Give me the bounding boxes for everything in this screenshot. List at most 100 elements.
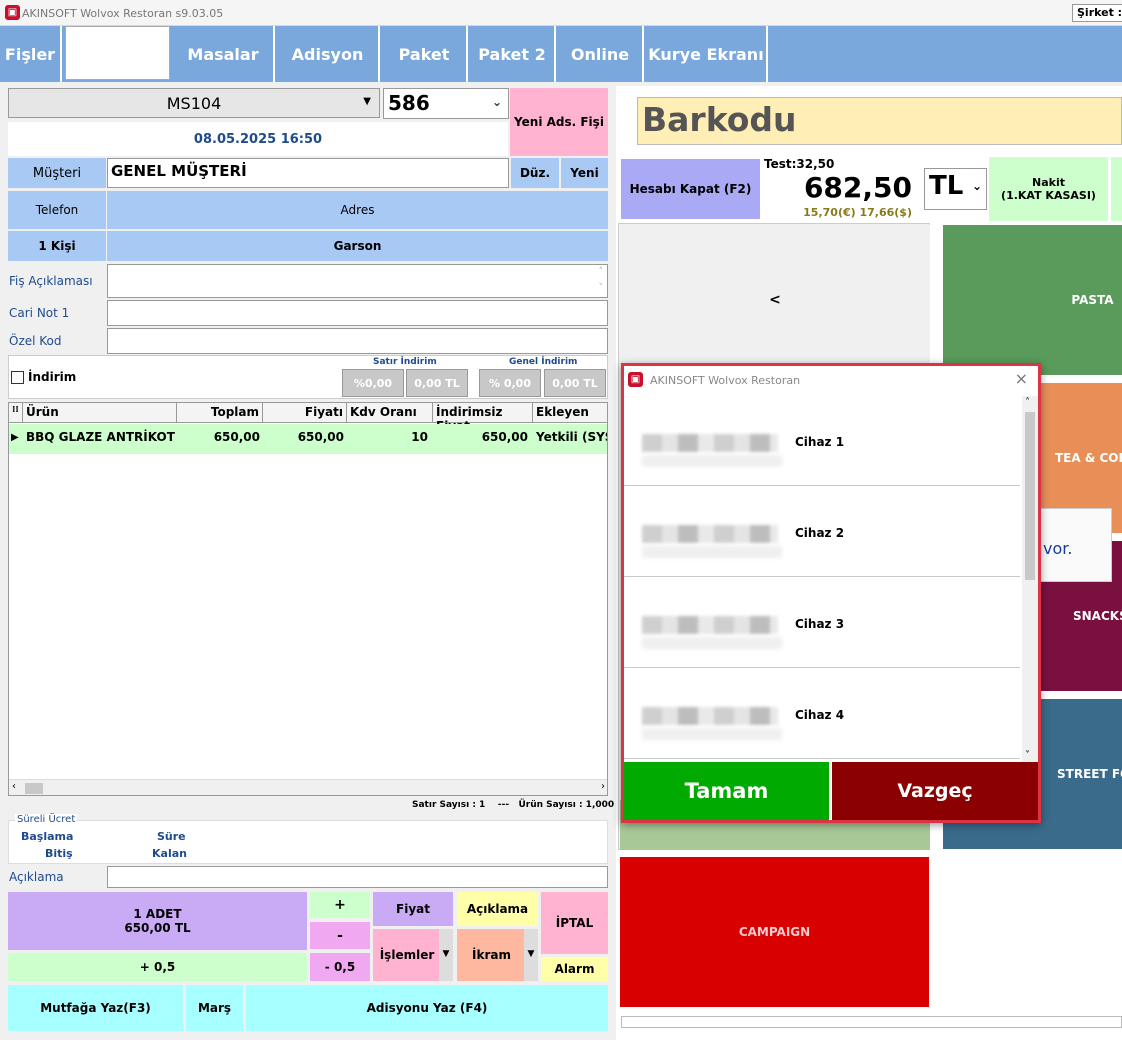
next-payment-button[interactable] xyxy=(1111,157,1122,221)
barcode-field[interactable]: Barkodu xyxy=(637,97,1122,145)
col-kdv[interactable]: Kdv Oranı xyxy=(347,403,433,423)
nav-online[interactable]: Online xyxy=(558,26,644,82)
col-fiyati[interactable]: Fiyatı xyxy=(263,403,347,423)
col-ekleyen[interactable]: Ekleyen xyxy=(533,403,607,423)
aciklama-field[interactable] xyxy=(107,866,608,888)
minus-button[interactable]: - xyxy=(310,922,370,949)
aciklama-button[interactable]: Açıklama xyxy=(457,892,538,926)
genel-tl-button[interactable]: 0,00 TL xyxy=(544,369,606,397)
scroll-left-icon[interactable]: ‹ xyxy=(12,781,16,792)
customer-label: Müşteri xyxy=(8,158,106,188)
nav-blank[interactable] xyxy=(65,26,170,80)
customer-field[interactable]: GENEL MÜŞTERİ xyxy=(107,158,509,188)
fiyat-button[interactable]: Fiyat xyxy=(373,892,453,926)
category-pasta[interactable]: PASTA xyxy=(943,225,1122,375)
list-item[interactable]: Cihaz 3 xyxy=(624,578,1020,668)
bottom-scrollbar[interactable] xyxy=(621,1016,1122,1028)
islemler-button[interactable]: İşlemler ▼ xyxy=(373,929,453,981)
ozel-kod-field[interactable] xyxy=(107,328,608,354)
list-item[interactable]: Cihaz 1 xyxy=(624,396,1020,486)
satir-percent-button[interactable]: %0,00 xyxy=(342,369,404,397)
scroll-up-icon[interactable]: ˄ xyxy=(1025,397,1030,408)
chevron-down-icon: ⌄ xyxy=(971,179,982,193)
islemler-label: İşlemler xyxy=(379,948,435,962)
fis-aciklama-field[interactable]: ˄ ˅ xyxy=(107,264,608,298)
persons-button[interactable]: 1 Kişi xyxy=(8,231,106,261)
new-customer-button[interactable]: Yeni xyxy=(561,158,608,188)
total-amount: 682,50 xyxy=(803,171,912,204)
top-nav: Fişler Masalar Adisyon Paket Paket 2 Onl… xyxy=(0,26,1122,82)
ikram-dropdown-icon[interactable]: ▼ xyxy=(524,929,538,981)
qty-line2: 650,00 TL xyxy=(124,921,191,935)
quantity-button[interactable]: 1 ADET 650,00 TL xyxy=(8,892,307,950)
blurred-image xyxy=(642,434,778,453)
hesabi-kapat-button[interactable]: Hesabı Kapat (F2) xyxy=(621,159,760,219)
phone-label[interactable]: Telefon xyxy=(8,191,106,229)
plus-button[interactable]: + xyxy=(310,892,370,918)
cari-not-field[interactable] xyxy=(107,300,608,326)
nakit-button[interactable]: Nakit (1.KAT KASASI) xyxy=(989,157,1108,221)
scroll-thumb[interactable] xyxy=(25,783,43,794)
satir-indirim-label: Satır İndirim xyxy=(373,357,437,367)
cell-indirimsiz: 650,00 xyxy=(481,430,528,444)
title-bar: ▣ AKINSOFT Wolvox Restoran s9.03.05 Şirk… xyxy=(0,0,1122,26)
footer-stats: Satır Sayısı : 1 --- Ürün Sayısı : 1,000 xyxy=(412,800,615,810)
mars-button[interactable]: Marş xyxy=(186,985,243,1031)
scroll-up-icon[interactable]: ˄ xyxy=(599,267,604,277)
nav-kurye-ekrani[interactable]: Kurye Ekranı xyxy=(646,26,768,82)
order-number-select[interactable]: 586 ⌄ xyxy=(383,88,509,119)
table-row[interactable]: ▶ BBQ GLAZE ANTRİKOT 650,00 650,00 10 65… xyxy=(9,424,607,454)
indirim-checkbox[interactable] xyxy=(11,371,24,384)
adisyonu-yaz-button[interactable]: Adisyonu Yaz (F4) xyxy=(246,985,608,1031)
dialog-app-icon: ▣ xyxy=(628,372,643,387)
ok-button[interactable]: Tamam xyxy=(624,762,829,820)
nav-adisyon[interactable]: Adisyon xyxy=(277,26,380,82)
scroll-thumb[interactable] xyxy=(1025,412,1035,580)
list-item[interactable]: Cihaz 4 xyxy=(624,669,1020,759)
cell-fiyati: 650,00 xyxy=(297,430,344,444)
scroll-down-icon[interactable]: ˅ xyxy=(599,283,604,293)
list-item[interactable]: Cihaz 2 xyxy=(624,487,1020,577)
edit-customer-button[interactable]: Düz. xyxy=(511,158,559,188)
currency-select[interactable]: TL ⌄ xyxy=(924,168,987,210)
table-select[interactable]: MS104 ▼ xyxy=(8,88,380,118)
address-label[interactable]: Adres xyxy=(107,191,608,229)
baslama-label: Başlama xyxy=(21,830,74,843)
scroll-down-icon[interactable]: ˅ xyxy=(1025,750,1030,761)
device-dialog: ▣ AKINSOFT Wolvox Restoran × Cihaz 1 Cih… xyxy=(621,363,1041,823)
scroll-right-icon[interactable]: › xyxy=(601,781,605,792)
grid-menu-icon[interactable]: ⁞⁞ xyxy=(9,403,23,423)
plus-half-button[interactable]: + 0,5 xyxy=(8,953,307,981)
new-ads-button[interactable]: Yeni Ads. Fişi xyxy=(510,88,608,156)
waiter-button[interactable]: Garson xyxy=(107,231,608,261)
cell-urun: BBQ GLAZE ANTRİKOT xyxy=(26,430,175,444)
col-indirimsiz[interactable]: İndirimsiz Fiyat xyxy=(433,403,533,433)
col-toplam[interactable]: Toplam xyxy=(177,403,263,423)
nav-paket-2[interactable]: Paket 2 xyxy=(470,26,556,82)
genel-percent-button[interactable]: % 0,00 xyxy=(479,369,541,397)
mutfaga-yaz-button[interactable]: Mutfağa Yaz(F3) xyxy=(8,985,183,1031)
ikram-button[interactable]: İkram ▼ xyxy=(457,929,538,981)
nav-fisler[interactable]: Fişler xyxy=(0,26,62,82)
device-list: Cihaz 1 Cihaz 2 Cihaz 3 Cihaz 4 ˄ ˅ xyxy=(624,396,1038,762)
sirket-field[interactable]: Şirket : 2 xyxy=(1072,4,1122,22)
category-campaign[interactable]: CAMPAIGN xyxy=(620,857,929,1007)
back-button[interactable]: < xyxy=(620,225,930,375)
alarm-button[interactable]: Alarm xyxy=(541,957,608,981)
vertical-scrollbar[interactable]: ˄ ˅ xyxy=(1022,396,1038,762)
device-name: Cihaz 3 xyxy=(795,617,845,631)
col-urun[interactable]: Ürün xyxy=(23,403,177,423)
cancel-button[interactable]: Vazgeç xyxy=(832,762,1038,820)
aciklama-label: Açıklama xyxy=(9,870,64,884)
minus-half-button[interactable]: - 0,5 xyxy=(310,953,370,981)
satir-tl-button[interactable]: 0,00 TL xyxy=(406,369,468,397)
nav-paket[interactable]: Paket xyxy=(382,26,468,82)
iptal-button[interactable]: İPTAL xyxy=(541,892,608,954)
islemler-dropdown-icon[interactable]: ▼ xyxy=(439,929,453,981)
horizontal-scrollbar[interactable]: ‹ › xyxy=(9,779,607,795)
nav-masalar[interactable]: Masalar xyxy=(173,26,275,82)
close-icon[interactable]: × xyxy=(1015,369,1028,388)
test-label: Test:32,50 xyxy=(764,157,835,171)
device-name: Cihaz 4 xyxy=(795,708,845,722)
dialog-title: AKINSOFT Wolvox Restoran xyxy=(650,374,801,387)
